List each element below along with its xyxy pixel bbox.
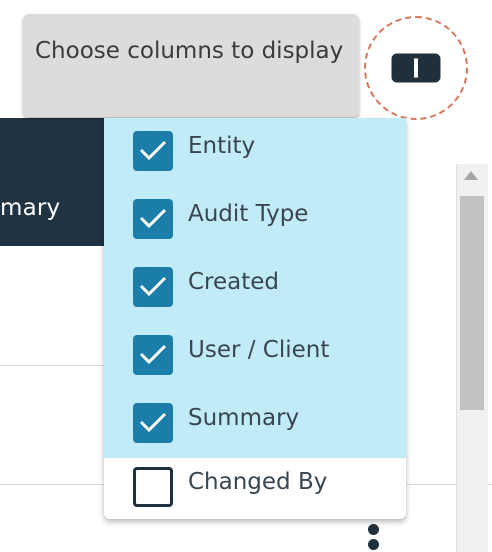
column-option-label: Entity [188,133,256,159]
checkbox-checked[interactable] [133,131,173,171]
column-option-label: Audit Type [188,201,309,227]
more-vertical-icon[interactable] [368,524,380,552]
column-option-user-client[interactable]: User / Client [104,322,406,390]
column-option-entity[interactable]: Entity [104,118,406,186]
column-option-label: Summary [188,405,300,431]
column-option-summary[interactable]: Summary [104,390,406,458]
columns-icon [391,53,441,83]
kebab-dot [368,539,379,550]
checkbox-checked[interactable] [133,267,173,307]
column-option-created[interactable]: Created [104,254,406,322]
column-option-changed-by[interactable]: Changed By [104,454,406,522]
tooltip: Choose columns to display [23,14,359,117]
checkbox-unchecked[interactable] [133,467,173,507]
column-chooser-menu: Entity Audit Type Created User / Client [104,118,406,519]
check-icon [139,140,167,161]
check-icon [139,208,167,229]
kebab-dot [368,524,379,535]
checkbox-checked[interactable] [133,335,173,375]
choose-columns-button[interactable] [364,16,468,120]
column-header-summary[interactable]: mary [0,195,60,221]
audit-table-page: mary Choose columns to display Entity Au… [0,0,492,552]
tooltip-text: Choose columns to display [35,38,344,64]
checkbox-checked[interactable] [133,199,173,239]
scrollbar-thumb[interactable] [460,196,484,410]
column-option-label: Changed By [188,469,328,495]
vertical-scrollbar[interactable] [456,164,488,552]
column-option-audit-type[interactable]: Audit Type [104,186,406,254]
checkbox-checked[interactable] [133,403,173,443]
check-icon [139,344,167,365]
column-option-label: Created [188,269,280,295]
column-option-label: User / Client [188,337,330,363]
check-icon [139,412,167,433]
check-icon [139,276,167,297]
scroll-up-arrow-icon[interactable] [464,171,478,180]
